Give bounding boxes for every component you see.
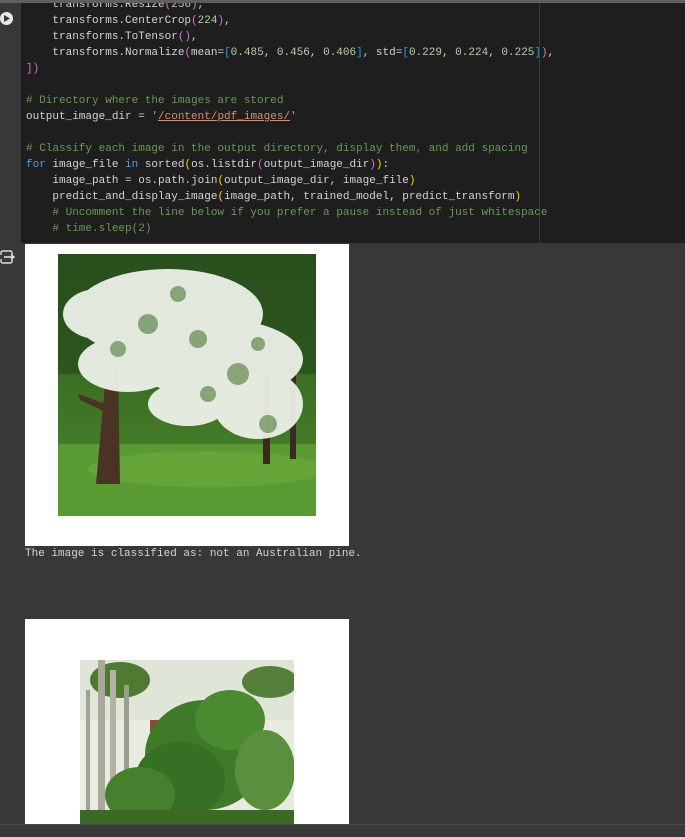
code-token: # Classify each image in the output dire… bbox=[26, 143, 528, 155]
code-line: transforms.CenterCrop(224), bbox=[26, 13, 554, 29]
code-token: transforms.ToTensor bbox=[26, 31, 178, 43]
code-token: 256 bbox=[171, 3, 192, 11]
code-token: , bbox=[197, 3, 205, 11]
code-token: /content/pdf_images/ bbox=[158, 111, 291, 123]
code-token: image_path, trained_model, predict_trans… bbox=[224, 191, 515, 203]
code-token: output_image_dir = bbox=[26, 111, 152, 123]
flowering-tree-image bbox=[58, 254, 316, 516]
code-token: ) bbox=[375, 159, 383, 171]
code-token: , bbox=[224, 15, 231, 27]
output-image-frame-2 bbox=[25, 619, 349, 824]
code-line: ]) bbox=[26, 61, 554, 77]
code-token: for bbox=[26, 159, 46, 171]
code-token: transforms.Resize bbox=[26, 3, 165, 11]
code-token: : bbox=[382, 159, 390, 171]
code-token: transforms.CenterCrop bbox=[26, 15, 192, 27]
code-token: image_path = os.path.join bbox=[26, 175, 218, 187]
code-token: , bbox=[547, 47, 555, 59]
code-token: ' bbox=[290, 111, 297, 123]
code-line: transforms.Resize(256), bbox=[26, 3, 554, 13]
code-token: transforms.Normalize bbox=[26, 47, 185, 59]
code-line: output_image_dir = '/content/pdf_images/… bbox=[26, 109, 554, 125]
code-token: output_image_dir bbox=[263, 159, 370, 171]
code-token: predict_and_display_image bbox=[26, 191, 218, 203]
code-token: # Uncomment the line below if you prefer… bbox=[26, 207, 548, 219]
code-line: # Uncomment the line below if you prefer… bbox=[26, 205, 554, 221]
code-token: 0.229 bbox=[408, 47, 442, 59]
code-token: 0.224 bbox=[455, 47, 489, 59]
code-editor[interactable]: transforms.Resize(256), transforms.Cente… bbox=[21, 3, 685, 243]
code-token: image_file bbox=[45, 159, 126, 171]
code-token: ) bbox=[369, 159, 376, 171]
code-token: , bbox=[441, 47, 456, 59]
code-line: predict_and_display_image(image_path, tr… bbox=[26, 189, 554, 205]
cell-gutter bbox=[0, 3, 21, 836]
code-token: 0.485 bbox=[230, 47, 264, 59]
code-token: os.listdir bbox=[191, 159, 258, 171]
code-token: 0.456 bbox=[276, 47, 310, 59]
classification-result-text: The image is classified as: not an Austr… bbox=[25, 548, 362, 560]
code-token: , bbox=[309, 47, 324, 59]
code-token: # Directory where the images are stored bbox=[26, 95, 284, 107]
code-line: transforms.ToTensor(), bbox=[26, 29, 554, 45]
code-token: ( bbox=[257, 159, 264, 171]
code-token: output_image_dir, image_file bbox=[224, 175, 409, 187]
code-token: 0.406 bbox=[323, 47, 357, 59]
code-line: # time.sleep(2) bbox=[26, 221, 554, 237]
code-line: for image_file in sorted(os.listdir(outp… bbox=[26, 157, 554, 173]
code-line: # Directory where the images are stored bbox=[26, 93, 554, 109]
code-token: ]) bbox=[26, 63, 40, 75]
code-token: sorted bbox=[138, 159, 185, 171]
code-token: [ bbox=[402, 47, 409, 59]
code-token: 224 bbox=[197, 15, 218, 27]
code-token: ) bbox=[514, 191, 522, 203]
code-token: # time.sleep(2) bbox=[26, 223, 152, 235]
code-token: mean= bbox=[191, 47, 225, 59]
play-icon bbox=[4, 15, 10, 22]
code-token: in bbox=[125, 159, 139, 171]
scroll-edge bbox=[0, 824, 685, 837]
code-token: , std= bbox=[362, 47, 403, 59]
code-token: 0.225 bbox=[501, 47, 535, 59]
code-token: , bbox=[488, 47, 502, 59]
run-cell-button[interactable] bbox=[0, 12, 13, 25]
code-text: transforms.Resize(256), transforms.Cente… bbox=[26, 3, 554, 237]
code-line: # Classify each image in the output dire… bbox=[26, 141, 554, 157]
output-toggle-icon[interactable] bbox=[0, 250, 15, 264]
code-line: image_path = os.path.join(output_image_d… bbox=[26, 173, 554, 189]
code-token: () bbox=[177, 31, 192, 43]
pine-forest-image bbox=[80, 660, 294, 824]
code-token: ] bbox=[356, 47, 363, 59]
code-token: , bbox=[263, 47, 277, 59]
code-token: ) bbox=[408, 175, 416, 187]
output-image-frame bbox=[25, 244, 349, 546]
code-token: ( bbox=[191, 15, 198, 27]
code-token: , bbox=[191, 31, 198, 43]
code-line: transforms.Normalize(mean=[0.485, 0.456,… bbox=[26, 45, 554, 61]
code-token: [ bbox=[224, 47, 231, 59]
code-token: ) bbox=[541, 47, 548, 59]
code-token: ) bbox=[191, 3, 198, 11]
